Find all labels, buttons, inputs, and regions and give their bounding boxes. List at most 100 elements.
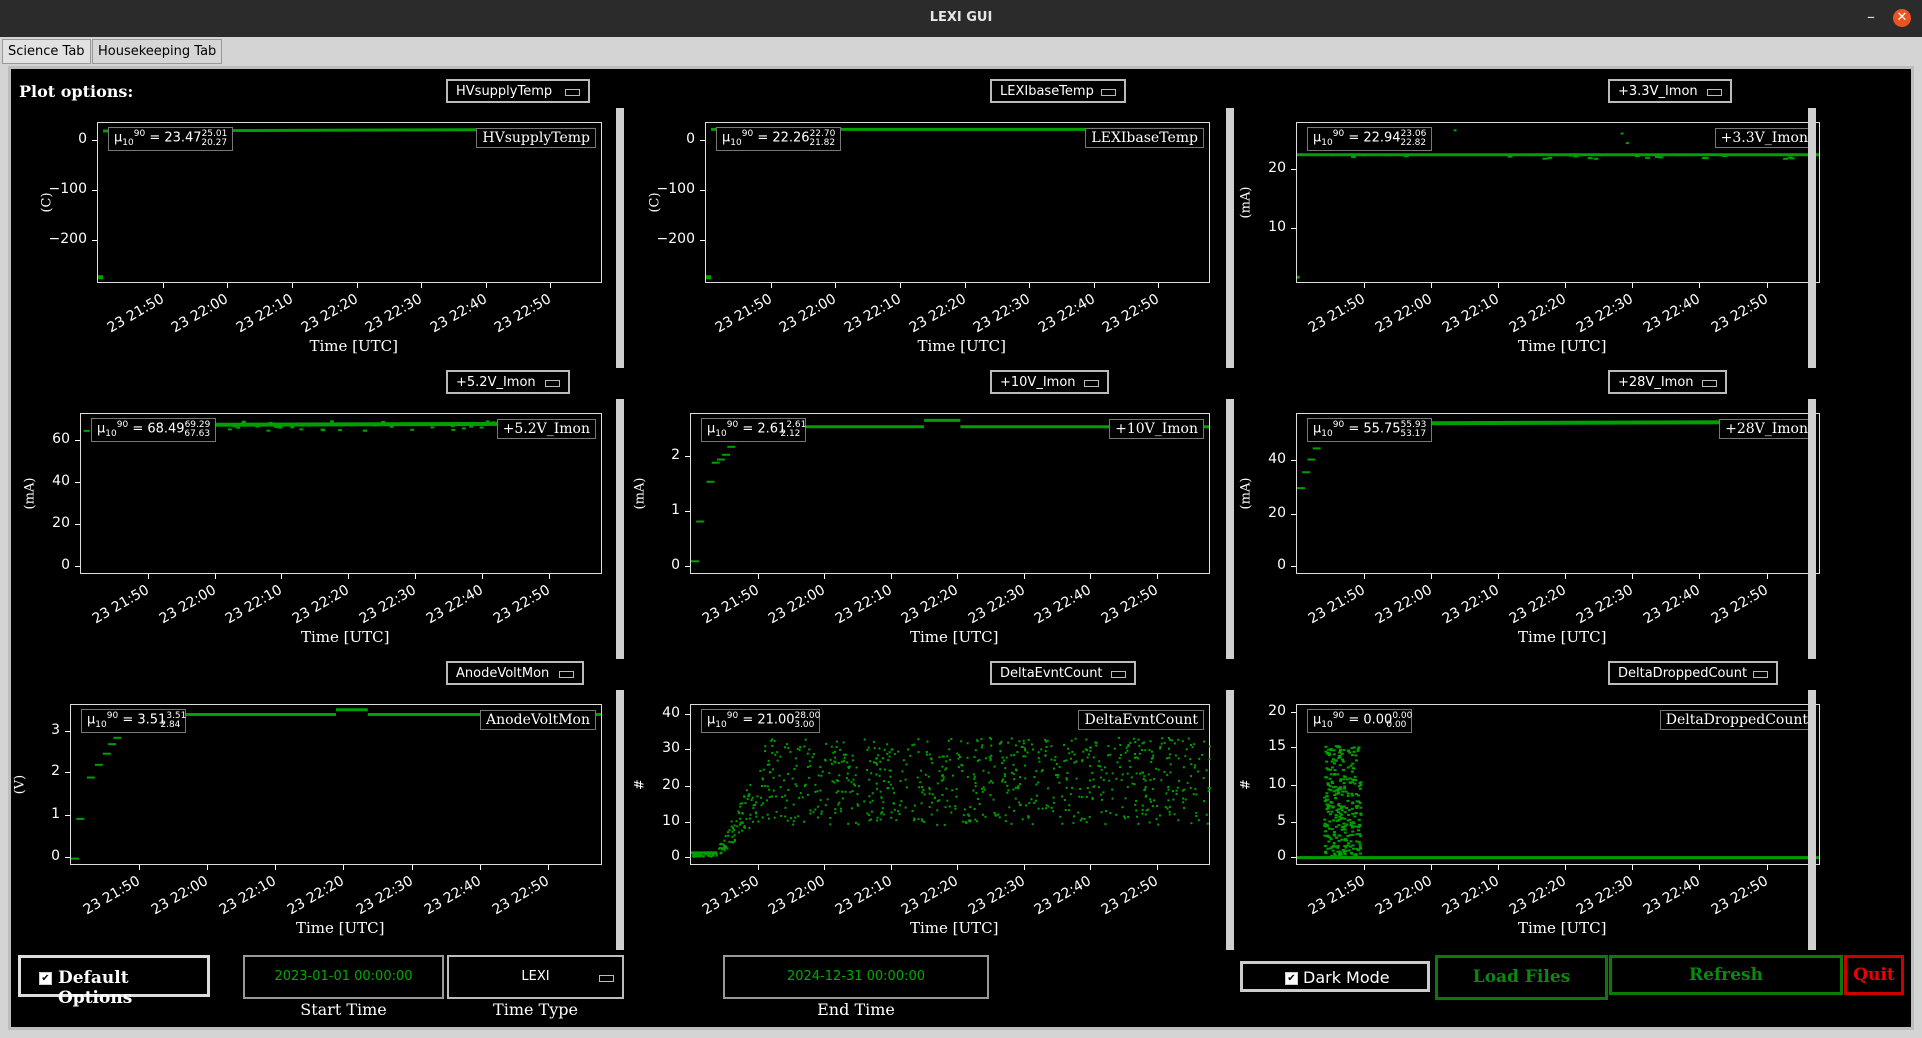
data-point (479, 426, 484, 429)
data-point (976, 739, 979, 742)
plot-selector-dropdown[interactable]: +28V_Imon (1608, 370, 1727, 394)
plot-scrollbar[interactable] (1226, 690, 1234, 950)
plot-selector-dropdown[interactable]: +3.3V_Imon (1608, 79, 1732, 103)
data-point (1013, 809, 1016, 812)
data-point (1111, 772, 1114, 775)
data-point (831, 780, 834, 783)
data-point (451, 428, 456, 431)
y-tick-label: −100 (656, 180, 695, 197)
end-time-input[interactable]: 2024-12-31 00:00:00 (723, 955, 989, 999)
data-point (989, 794, 992, 797)
stats-low: 53.17 (1400, 428, 1427, 439)
load-files-button[interactable]: Load Files (1435, 955, 1608, 1000)
data-point (1170, 739, 1173, 742)
data-point (1010, 737, 1013, 740)
plot-scrollbar[interactable] (1226, 108, 1234, 368)
data-point (990, 738, 993, 741)
data-point (1353, 775, 1357, 778)
data-point (773, 740, 776, 743)
plot-selector-dropdown[interactable]: +5.2V_Imon (446, 370, 570, 394)
plot-scrollbar[interactable] (1808, 690, 1816, 950)
x-tick-mark (1023, 574, 1025, 579)
y-tick-mark (65, 771, 70, 773)
data-point (1349, 852, 1353, 855)
stats-box: μ1090 = 22.9423.0622.82 (1307, 127, 1433, 151)
data-point (1325, 808, 1329, 811)
data-point (1329, 768, 1333, 771)
data-point (1066, 772, 1069, 775)
minimize-icon[interactable]: – (1860, 6, 1882, 28)
data-point (1004, 767, 1007, 770)
data-point (1035, 783, 1038, 786)
plot-selector-dropdown[interactable]: HVsupplyTemp (446, 79, 590, 103)
data-point (1787, 156, 1793, 159)
plot-selector-dropdown[interactable]: AnodeVoltMon (446, 661, 584, 685)
plot-scrollbar[interactable] (616, 399, 624, 659)
data-point (491, 421, 496, 424)
data-point (1142, 777, 1145, 780)
data-point (722, 453, 731, 456)
data-point (1348, 777, 1352, 780)
plot-scrollbar[interactable] (1808, 399, 1816, 659)
data-point (849, 791, 852, 794)
plot-scrollbar[interactable] (616, 108, 624, 368)
tab-science[interactable]: Science Tab (2, 39, 91, 64)
y-tick-label: −200 (656, 230, 695, 247)
data-point (893, 753, 896, 756)
data-point (1340, 752, 1344, 755)
data-point (722, 847, 725, 850)
data-point (1121, 806, 1124, 809)
data-point (789, 750, 792, 753)
tab-housekeeping[interactable]: Housekeeping Tab (92, 39, 223, 64)
plot-selector-dropdown[interactable]: DeltaEvntCount (990, 661, 1136, 685)
data-point (1145, 794, 1148, 797)
start-time-input[interactable]: 2023-01-01 00:00:00 (243, 955, 444, 999)
x-tick-mark (481, 574, 483, 579)
data-point (1341, 790, 1345, 793)
y-tick-mark (75, 440, 80, 442)
data-point (978, 758, 981, 761)
plot-scrollbar[interactable] (1226, 399, 1234, 659)
data-point (1347, 842, 1351, 845)
data-point (1149, 740, 1152, 743)
plot-selector-dropdown[interactable]: +10V_Imon (990, 370, 1109, 394)
time-type-select[interactable]: LEXI (447, 955, 624, 999)
data-point (806, 793, 809, 796)
y-tick-mark (75, 524, 80, 526)
default-options-checkbutton[interactable]: ✔ Default Options (18, 955, 210, 1008)
plot-scrollbar[interactable] (616, 690, 624, 950)
refresh-button[interactable]: Refresh (1609, 955, 1843, 995)
plot-selector-value: +3.3V_Imon (1618, 84, 1698, 99)
x-tick-mark (281, 574, 283, 579)
dark-mode-checkbutton[interactable]: ✔ Dark Mode (1240, 961, 1430, 992)
data-point (1334, 825, 1338, 828)
data-point (1133, 752, 1136, 755)
data-point (1129, 741, 1132, 744)
data-point (1346, 792, 1350, 795)
data-point (712, 854, 715, 857)
data-point (772, 776, 775, 779)
data-point (1338, 852, 1342, 855)
quit-button[interactable]: Quit (1844, 955, 1904, 995)
data-point (928, 792, 931, 795)
data-point (1044, 754, 1047, 757)
y-tick-mark (685, 786, 690, 788)
data-point (819, 765, 822, 768)
y-tick-label: 0 (671, 556, 680, 573)
data-point (1340, 809, 1344, 812)
data-point (381, 421, 386, 424)
close-icon[interactable]: ✕ (1893, 9, 1911, 27)
data-point (1077, 811, 1080, 814)
data-point (1099, 793, 1102, 796)
data-point (942, 778, 945, 781)
x-tick-mark (1090, 865, 1092, 870)
data-point (889, 783, 892, 786)
data-point (930, 813, 933, 816)
plot-selector-dropdown[interactable]: DeltaDroppedCount (1608, 661, 1778, 685)
plot-scrollbar[interactable] (1808, 108, 1816, 368)
plot-axes: μ1090 = 0.000.000.00 DeltaDroppedCount (1296, 704, 1820, 865)
plot-selector-dropdown[interactable]: LEXIbaseTemp (990, 79, 1126, 103)
data-point (1355, 840, 1359, 843)
data-point (1598, 154, 1604, 157)
y-tick-mark (685, 565, 690, 567)
